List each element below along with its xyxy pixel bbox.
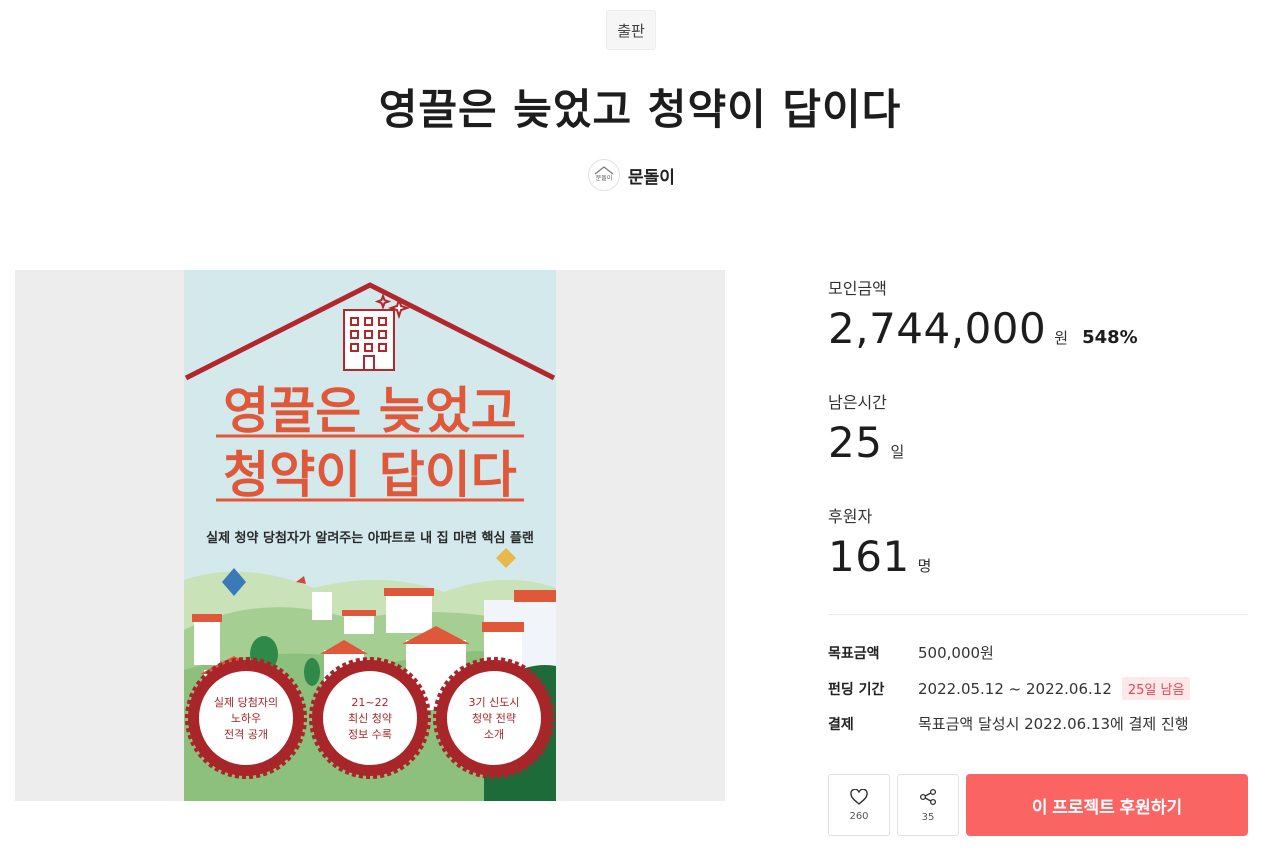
seal-3-line2: 청약 전략 [472,711,516,725]
goal-label: 목표금액 [828,645,880,662]
payment-row: 결제 목표금액 달성시 2022.06.13에 결제 진행 [828,713,1189,734]
raised-unit: 원 [1054,329,1069,347]
time-left-value: 25 [828,418,883,467]
period-row: 펀딩 기간 2022.05.12 ~ 2022.06.12 25일 남음 [828,677,1191,700]
creator-avatar: 문돌이 [588,159,620,191]
raised-label: 모인금액 [828,279,887,298]
seal-3-line3: 소개 [484,728,504,741]
payment-label: 결제 [828,716,854,733]
seal-1-line2: 노하우 [231,711,261,725]
creator-link[interactable]: 문돌이 문돌이 [588,158,675,192]
goal-value: 500,000원 [918,644,994,662]
seal-2-line3: 정보 수록 [348,728,392,741]
poster-seal-3: 3기 신도시 청약 전략 소개 [433,657,555,779]
backers-value: 161 [828,532,910,581]
divider [828,614,1248,615]
category-tag[interactable]: 출판 [606,10,656,50]
days-left-badge: 25일 남음 [1121,677,1191,700]
project-title: 영끌은 늦었고 청약이 답이다 [378,85,902,134]
share-count: 35 [921,811,935,823]
time-left-unit: 일 [890,443,905,461]
heart-icon [850,788,868,805]
poster-seal-1: 실제 당첨자의 노하우 전격 공개 [185,657,307,779]
poster-subtitle: 실제 청약 당첨자가 알려주는 아파트로 내 집 마련 핵심 플랜 [206,530,534,546]
seal-3-line1: 3기 신도시 [469,696,520,709]
raised-percent: 548% [1082,327,1138,348]
creator-logo-icon: 문돌이 [594,166,614,182]
time-left-label: 남은시간 [828,393,887,412]
backers-unit: 명 [917,557,932,575]
like-count: 260 [849,810,869,822]
project-poster-image: 영끌은 늦었고 청약이 답이다 실제 청약 당첨자가 알려주는 아파트로 내 집… [184,270,556,801]
poster-title-line2: 청약이 답이다 [223,446,516,504]
creator-logo-text: 문돌이 [596,174,613,182]
backers: 161 명 [828,532,931,581]
share-icon [919,788,937,805]
seal-2-line1: 21~22 [351,696,388,709]
backers-label: 후원자 [828,507,873,526]
period-value: 2022.05.12 ~ 2022.06.12 [918,679,1112,698]
seal-2-line2: 최신 청약 [348,711,392,725]
period-label: 펀딩 기간 [828,681,885,698]
seal-1-line3: 전격 공개 [224,728,268,741]
support-project-button[interactable]: 이 프로젝트 후원하기 [966,774,1248,836]
poster-title-line1: 영끌은 늦었고 [223,382,516,440]
raised-value: 2,744,000 [828,304,1047,353]
creator-name[interactable]: 문돌이 [628,163,675,188]
share-button[interactable]: 35 [897,774,959,836]
seal-1-line1: 실제 당첨자의 [214,696,278,709]
payment-value: 목표금액 달성시 2022.06.13에 결제 진행 [918,715,1189,733]
raised-amount: 2,744,000 원 548% [828,304,1138,353]
like-button[interactable]: 260 [828,774,890,836]
goal-row: 목표금액 500,000원 [828,642,994,663]
time-left: 25 일 [828,418,904,467]
poster-seal-2: 21~22 최신 청약 정보 수록 [309,657,431,779]
